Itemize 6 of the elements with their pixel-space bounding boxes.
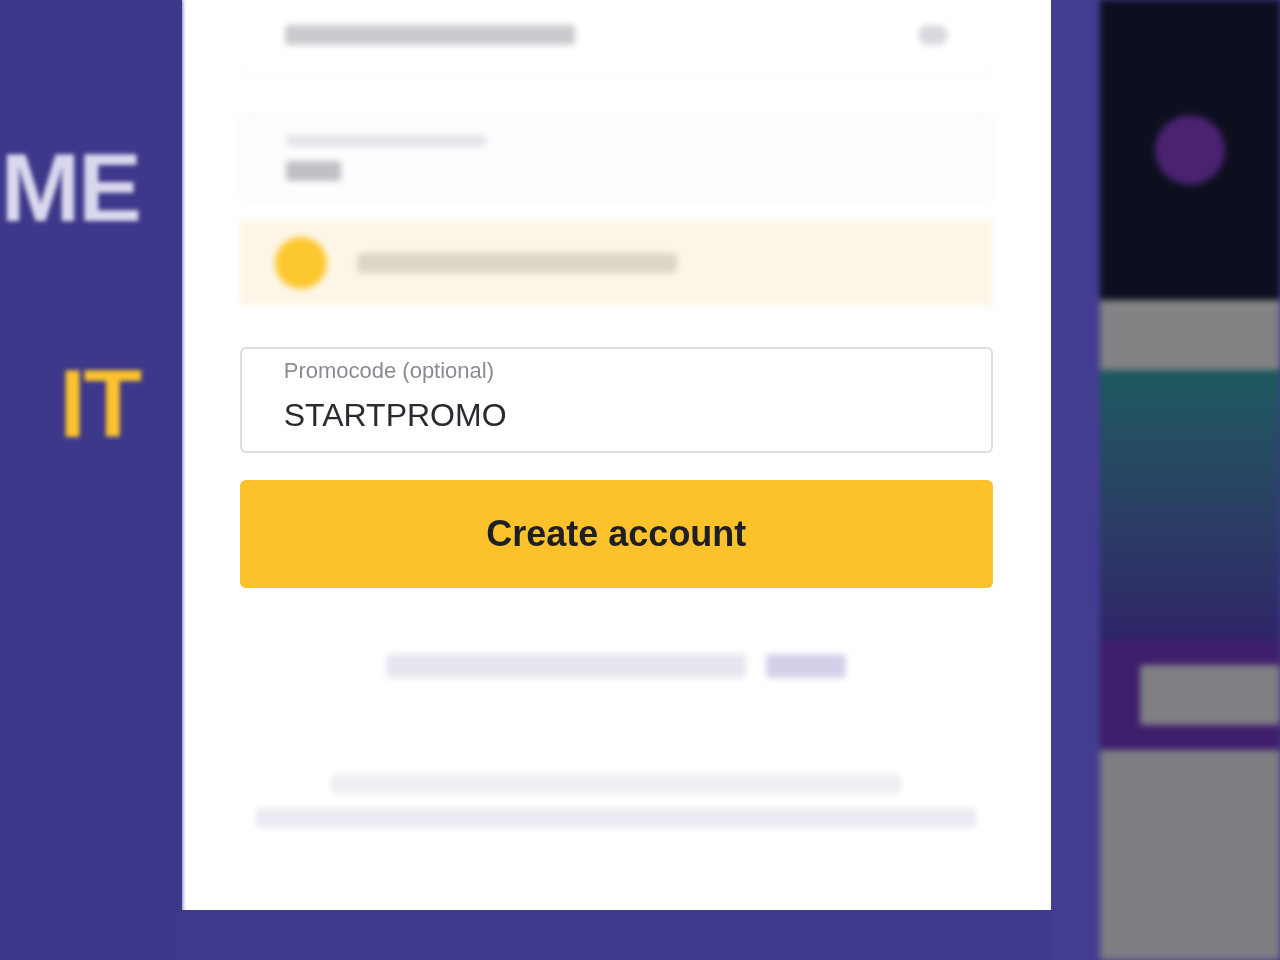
create-account-button[interactable]: Create account <box>239 480 993 588</box>
field-label: Promocode (optional) <box>283 357 496 385</box>
banner-headline: ME <box>0 140 141 236</box>
promocode-input[interactable]: STARTPROMO <box>283 391 949 439</box>
promocode-field[interactable]: Promocode (optional) STARTPROMO <box>239 347 993 453</box>
banner-headline: IT <box>59 356 142 452</box>
